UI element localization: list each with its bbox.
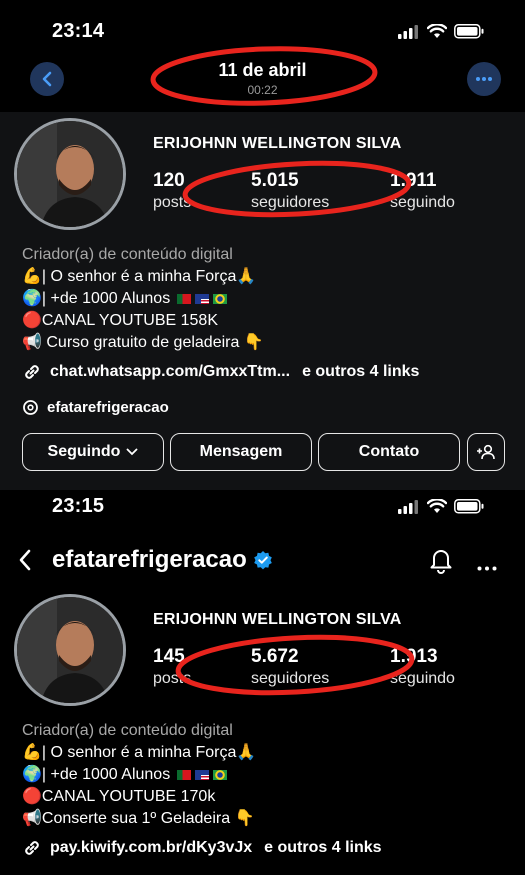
battery-icon — [454, 24, 484, 39]
verified-icon — [253, 551, 272, 570]
add-person-icon — [477, 444, 495, 460]
threads-row[interactable]: efatarefrigeracao — [22, 399, 169, 416]
avatar-photo — [17, 597, 123, 703]
wifi-icon — [427, 499, 447, 513]
profile-name: ERIJOHNN WELLINGTON SILVA — [153, 135, 402, 152]
signal-icon — [398, 499, 418, 514]
bio-line: 💪| O senhor é a minha Força🙏 — [22, 744, 257, 761]
following-label: seguindo — [390, 194, 455, 211]
followers-label: seguidores — [251, 194, 330, 211]
message-button-label: Mensagem — [199, 443, 283, 460]
bell-button[interactable] — [428, 546, 454, 579]
bio-block: Criador(a) de conteúdo digital 💪| O senh… — [22, 244, 512, 354]
more-icon — [476, 77, 492, 81]
following-label-2: seguindo — [390, 670, 455, 687]
link-icon — [25, 841, 39, 855]
threads-icon — [23, 400, 38, 415]
bio-line: 🔴CANAL YOUTUBE 158K — [22, 312, 218, 329]
nav-title: 11 de abril — [218, 60, 307, 80]
suggested-people-button[interactable] — [467, 433, 505, 471]
usa-flag-icon — [194, 293, 209, 304]
message-button[interactable]: Mensagem — [170, 433, 312, 471]
followers-label-2: seguidores — [251, 670, 330, 687]
profile-name-2: ERIJOHNN WELLINGTON SILVA — [153, 611, 402, 628]
posts-label: posts — [153, 194, 192, 211]
status-icons-2 — [398, 499, 484, 514]
bio-block-2: Criador(a) de conteúdo digital 💪| O senh… — [22, 720, 512, 830]
contact-button-label: Contato — [358, 443, 420, 460]
bio-link-row[interactable]: chat.whatsapp.com/GmxxTtm... e outros 4 … — [22, 362, 419, 382]
link-icon — [25, 365, 39, 379]
more-button-2[interactable] — [477, 558, 497, 576]
portugal-flag-icon — [176, 293, 191, 304]
followers-count-2[interactable]: 5.672 — [251, 646, 299, 668]
status-time: 23:14 — [52, 20, 105, 42]
more-button[interactable] — [467, 62, 501, 96]
usa-flag-icon — [194, 769, 209, 780]
brazil-flag-icon — [212, 769, 227, 780]
threads-handle[interactable]: efatarefrigeracao — [47, 399, 169, 416]
brazil-flag-icon — [212, 293, 227, 304]
bio-line-flags: 🌍| +de 1000 Alunos — [22, 764, 512, 786]
status-time-2: 23:15 — [52, 495, 105, 517]
bell-icon — [430, 550, 452, 574]
bio-link-more[interactable]: e outros 4 links — [264, 839, 381, 857]
more-icon — [477, 566, 497, 571]
bio-link-row-2[interactable]: pay.kiwify.com.br/dKy3vJx e outros 4 lin… — [22, 838, 382, 858]
bio-line: 📢 Curso gratuito de geladeira 👇 — [22, 334, 264, 351]
bio-link[interactable]: pay.kiwify.com.br/dKy3vJx — [50, 839, 252, 857]
posts-label-2: posts — [153, 670, 192, 687]
following-button[interactable]: Seguindo — [22, 433, 164, 471]
profile-avatar[interactable] — [14, 118, 126, 230]
posts-count[interactable]: 120 — [153, 170, 185, 192]
bio-line: 💪| O senhor é a minha Força🙏 — [22, 268, 257, 285]
following-count[interactable]: 1.911 — [390, 170, 437, 192]
status-icons — [398, 24, 484, 39]
bio-link[interactable]: chat.whatsapp.com/GmxxTtm... — [50, 363, 290, 381]
chevron-down-icon — [127, 448, 138, 456]
profile-avatar-2[interactable] — [14, 594, 126, 706]
bio-link-more[interactable]: e outros 4 links — [302, 363, 419, 381]
bio-line: 🌍| +de 1000 Alunos — [22, 290, 171, 307]
following-count-2[interactable]: 1.913 — [390, 646, 438, 668]
bio-category: Criador(a) de conteúdo digital — [22, 722, 233, 739]
following-button-label: Seguindo — [47, 443, 121, 460]
wifi-icon — [427, 24, 447, 38]
bio-line: 🌍| +de 1000 Alunos — [22, 766, 171, 783]
bio-category: Criador(a) de conteúdo digital — [22, 246, 233, 263]
back-icon — [19, 549, 31, 571]
contact-button[interactable]: Contato — [318, 433, 460, 471]
avatar-photo — [17, 121, 123, 227]
battery-icon — [454, 499, 484, 514]
nav-subtitle: 00:22 — [247, 83, 278, 97]
username: efatarefrigeracao — [52, 546, 247, 573]
posts-count-2[interactable]: 145 — [153, 646, 185, 668]
signal-icon — [398, 24, 418, 39]
bio-line: 📢Conserte sua 1º Geladeira 👇 — [22, 810, 255, 827]
bio-line-flags: 🌍| +de 1000 Alunos — [22, 288, 512, 310]
followers-count[interactable]: 5.015 — [251, 170, 299, 192]
bio-line: 🔴CANAL YOUTUBE 170k — [22, 788, 216, 805]
portugal-flag-icon — [176, 769, 191, 780]
username-header: efatarefrigeracao — [52, 546, 273, 574]
back-button-2[interactable] — [16, 548, 34, 577]
